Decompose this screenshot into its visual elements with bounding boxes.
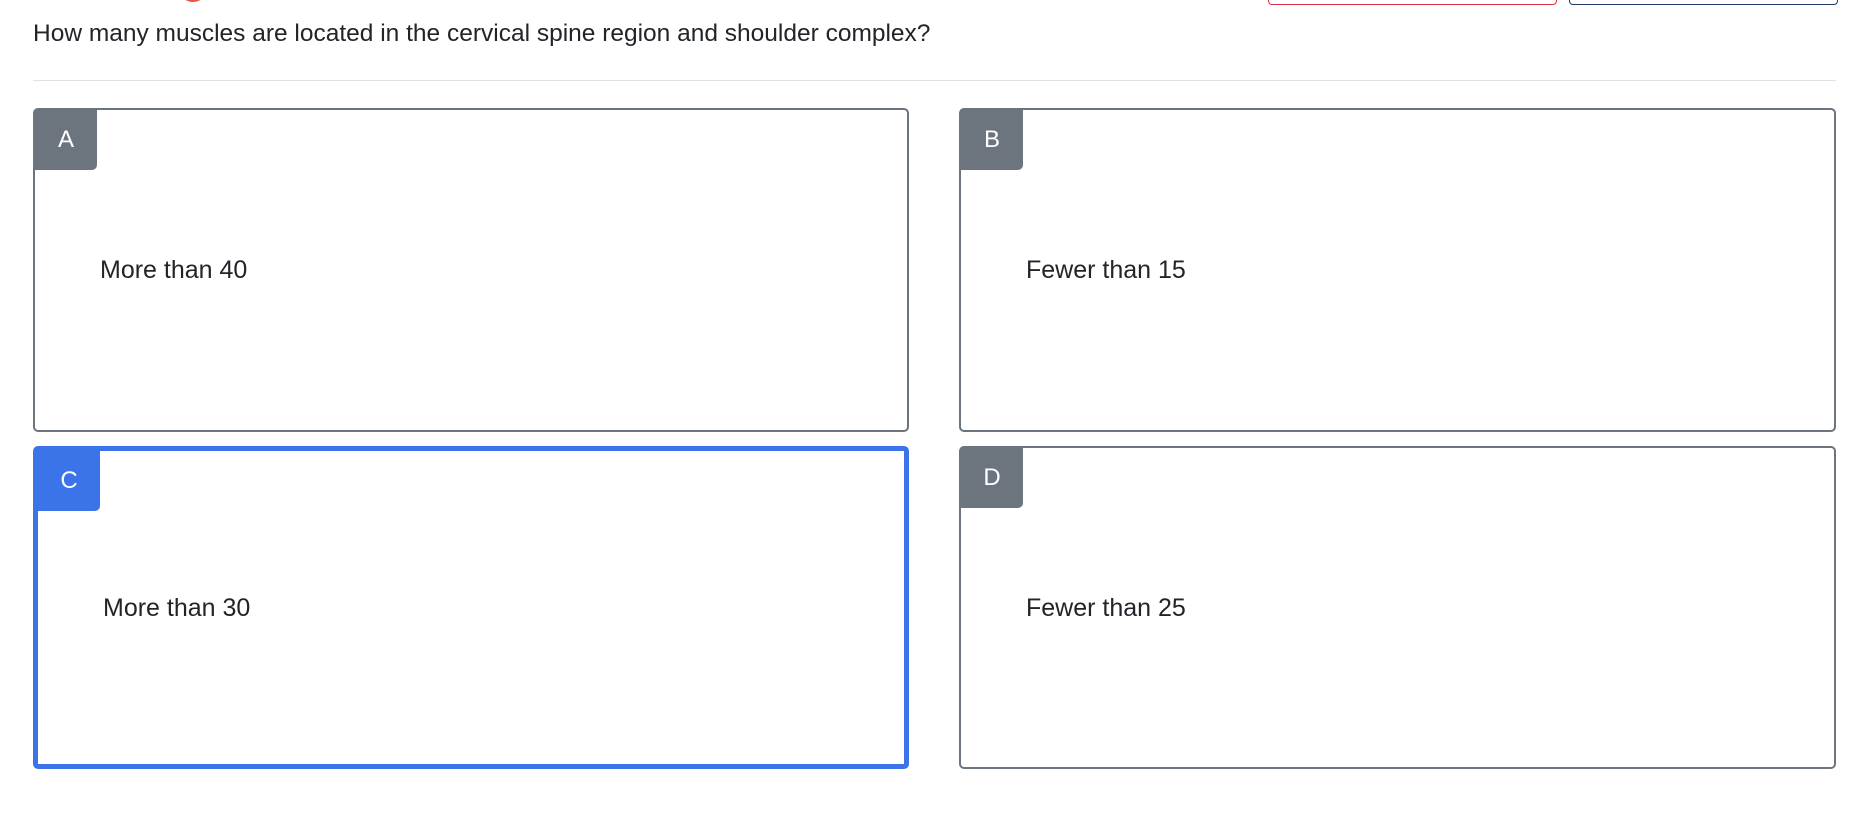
option-letter-badge: B (961, 110, 1023, 170)
answer-option-d[interactable]: D Fewer than 25 (959, 446, 1836, 769)
divider (33, 80, 1836, 81)
option-text: More than 30 (103, 593, 251, 622)
partial-logo-icon (182, 0, 204, 2)
quiz-page: How many muscles are located in the cerv… (0, 0, 1868, 820)
option-text: Fewer than 25 (1026, 593, 1186, 622)
top-primary-button[interactable] (1569, 0, 1838, 5)
option-letter-badge: C (38, 451, 100, 511)
question-text: How many muscles are located in the cerv… (33, 20, 931, 47)
option-letter-badge: A (35, 110, 97, 170)
answer-option-c[interactable]: C More than 30 (33, 446, 909, 769)
option-text: Fewer than 15 (1026, 256, 1186, 284)
answer-option-b[interactable]: B Fewer than 15 (959, 108, 1836, 432)
option-text: More than 40 (100, 256, 248, 284)
top-danger-button[interactable] (1268, 0, 1557, 5)
option-letter-badge: D (961, 448, 1023, 508)
answer-option-a[interactable]: A More than 40 (33, 108, 909, 432)
